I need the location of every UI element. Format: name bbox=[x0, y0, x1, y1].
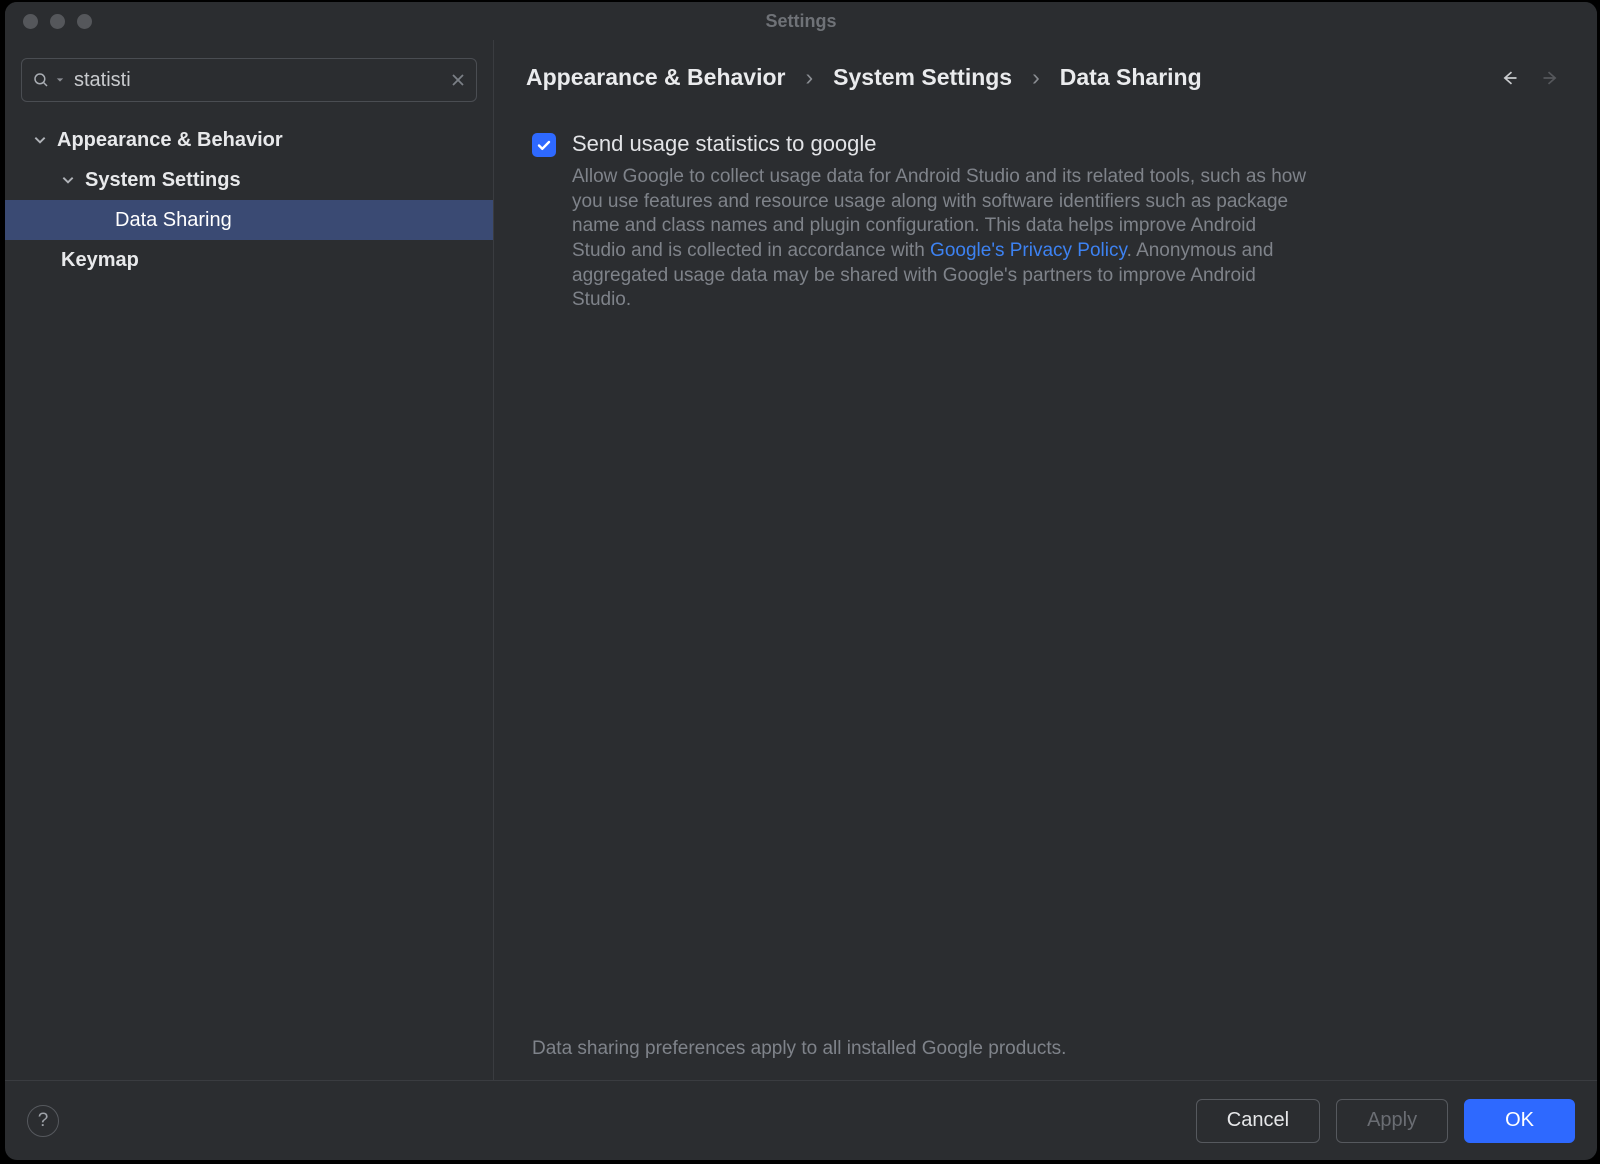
setting-text: Send usage statistics to google Allow Go… bbox=[572, 131, 1312, 313]
titlebar: Settings bbox=[5, 2, 1597, 40]
body-split: Appearance & Behavior System Settings Da… bbox=[5, 40, 1597, 1080]
breadcrumb-separator-icon: › bbox=[805, 64, 813, 91]
ok-button[interactable]: OK bbox=[1464, 1099, 1575, 1143]
search-icon bbox=[32, 71, 50, 89]
tree-item-system-settings[interactable]: System Settings bbox=[5, 160, 493, 200]
setting-description: Allow Google to collect usage data for A… bbox=[572, 157, 1312, 313]
history-nav bbox=[1499, 68, 1577, 88]
clear-search-icon[interactable] bbox=[450, 72, 466, 88]
zoom-window-icon[interactable] bbox=[77, 14, 92, 29]
apply-button: Apply bbox=[1336, 1099, 1448, 1143]
traffic-lights bbox=[23, 14, 92, 29]
breadcrumb-separator-icon: › bbox=[1032, 64, 1040, 91]
cancel-button[interactable]: Cancel bbox=[1196, 1099, 1320, 1143]
settings-tree: Appearance & Behavior System Settings Da… bbox=[5, 114, 493, 280]
forward-arrow-icon bbox=[1541, 68, 1561, 88]
tree-item-appearance-behavior[interactable]: Appearance & Behavior bbox=[5, 120, 493, 160]
search-dropdown-icon[interactable] bbox=[56, 76, 64, 84]
chevron-down-icon bbox=[33, 133, 47, 147]
tree-label: Data Sharing bbox=[115, 209, 232, 232]
tree-item-keymap[interactable]: Keymap bbox=[5, 240, 493, 280]
search-box[interactable] bbox=[21, 58, 477, 102]
breadcrumb-row: Appearance & Behavior › System Settings … bbox=[526, 64, 1577, 91]
search-input[interactable] bbox=[70, 69, 444, 92]
footer-note: Data sharing preferences apply to all in… bbox=[526, 1038, 1577, 1080]
settings-window: Settings Appearance & Behavior Sys bbox=[5, 2, 1597, 1160]
button-label: Cancel bbox=[1227, 1109, 1289, 1132]
privacy-policy-link[interactable]: Google's Privacy Policy bbox=[930, 240, 1127, 261]
window-title: Settings bbox=[5, 11, 1597, 32]
button-label: OK bbox=[1505, 1109, 1534, 1132]
chevron-down-icon bbox=[61, 173, 75, 187]
tree-label: System Settings bbox=[85, 169, 241, 192]
setting-label[interactable]: Send usage statistics to google bbox=[572, 131, 1312, 157]
search-field-container bbox=[5, 58, 493, 114]
tree-item-data-sharing[interactable]: Data Sharing bbox=[5, 200, 493, 240]
back-arrow-icon[interactable] bbox=[1499, 68, 1519, 88]
checkmark-icon bbox=[536, 137, 552, 153]
minimize-window-icon[interactable] bbox=[50, 14, 65, 29]
breadcrumb: Appearance & Behavior › System Settings … bbox=[526, 64, 1202, 91]
button-label: Apply bbox=[1367, 1109, 1417, 1132]
tree-label: Appearance & Behavior bbox=[57, 129, 283, 152]
bottom-bar: ? Cancel Apply OK bbox=[5, 1080, 1597, 1160]
tree-label: Keymap bbox=[61, 249, 139, 272]
send-usage-stats-checkbox[interactable] bbox=[532, 133, 556, 157]
send-usage-stats-setting: Send usage statistics to google Allow Go… bbox=[526, 91, 1577, 313]
help-icon: ? bbox=[38, 1110, 49, 1132]
close-window-icon[interactable] bbox=[23, 14, 38, 29]
help-button[interactable]: ? bbox=[27, 1105, 59, 1137]
breadcrumb-segment[interactable]: Appearance & Behavior bbox=[526, 64, 785, 91]
sidebar: Appearance & Behavior System Settings Da… bbox=[5, 40, 494, 1080]
breadcrumb-segment: Data Sharing bbox=[1060, 64, 1202, 91]
breadcrumb-segment[interactable]: System Settings bbox=[833, 64, 1012, 91]
content-pane: Appearance & Behavior › System Settings … bbox=[494, 40, 1597, 1080]
